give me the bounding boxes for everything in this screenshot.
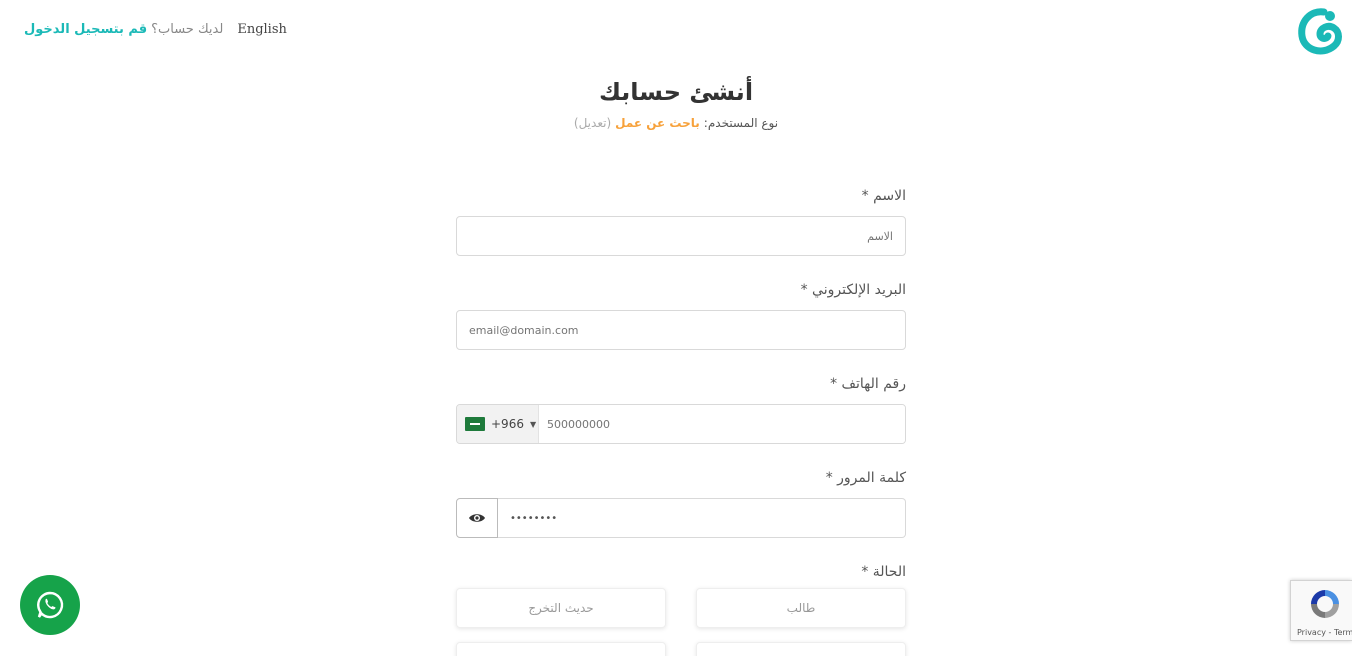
- eye-icon: [469, 514, 485, 522]
- phone-label: رقم الهاتف *: [830, 376, 906, 392]
- status-field-group: الحالة * طالب حديث التخرج غير موظف موظف: [456, 562, 906, 656]
- login-prompt-text: لديك حساب؟: [151, 22, 224, 37]
- password-field-group: كلمة المرور *: [456, 468, 906, 538]
- page-title: أنشئ حسابك: [598, 78, 754, 106]
- saudi-flag-icon: [465, 417, 485, 431]
- signup-form: الاسم * البريد الإلكتروني * رقم الهاتف *…: [456, 186, 906, 656]
- user-type-value: باحث عن عمل: [615, 116, 700, 130]
- logo-icon: [1298, 8, 1342, 55]
- recaptcha-links[interactable]: Privacy - Terms: [1297, 628, 1352, 637]
- phone-input-group: +966 ▼: [456, 404, 906, 444]
- name-field-group: الاسم *: [456, 186, 906, 256]
- email-field-group: البريد الإلكتروني *: [456, 280, 906, 350]
- whatsapp-icon: [37, 591, 64, 619]
- name-input[interactable]: [456, 216, 906, 256]
- name-label: الاسم *: [861, 188, 906, 204]
- page-header: أنشئ حسابك نوع المستخدم: باحث عن عمل (تع…: [0, 78, 1352, 130]
- whatsapp-button[interactable]: [20, 575, 80, 635]
- password-label: كلمة المرور *: [825, 470, 906, 486]
- status-options: طالب حديث التخرج غير موظف موظف: [456, 588, 906, 656]
- status-option-student[interactable]: طالب: [696, 588, 906, 628]
- status-label: الحالة *: [861, 564, 906, 580]
- recaptcha-icon: [1311, 590, 1339, 618]
- country-code: +966: [491, 417, 524, 431]
- email-input[interactable]: [456, 310, 906, 350]
- login-prompt: لديك حساب؟ قم بتسجيل الدخول: [24, 22, 223, 37]
- recaptcha-badge[interactable]: Privacy - Terms: [1290, 580, 1352, 641]
- language-switch[interactable]: English: [237, 22, 287, 37]
- email-label: البريد الإلكتروني *: [800, 282, 906, 298]
- password-input-group: [456, 498, 906, 538]
- status-option-new-graduate[interactable]: حديث التخرج: [456, 588, 666, 628]
- country-code-select[interactable]: +966 ▼: [457, 405, 539, 443]
- phone-field-group: رقم الهاتف * +966 ▼: [456, 374, 906, 444]
- phone-input[interactable]: [539, 405, 905, 443]
- edit-user-type-link[interactable]: (تعديل): [574, 116, 611, 130]
- password-input[interactable]: [498, 498, 906, 538]
- top-left-links: لديك حساب؟ قم بتسجيل الدخول English: [24, 22, 287, 37]
- status-option-employed[interactable]: موظف: [456, 642, 666, 656]
- status-option-unemployed[interactable]: غير موظف: [696, 642, 906, 656]
- brand-logo[interactable]: [1296, 6, 1344, 56]
- user-type-label: نوع المستخدم:: [703, 116, 779, 130]
- user-type-line: نوع المستخدم: باحث عن عمل (تعديل): [0, 116, 1352, 130]
- login-link[interactable]: قم بتسجيل الدخول: [24, 22, 147, 37]
- caret-down-icon: ▼: [529, 419, 537, 429]
- toggle-password-visibility-button[interactable]: [456, 498, 498, 538]
